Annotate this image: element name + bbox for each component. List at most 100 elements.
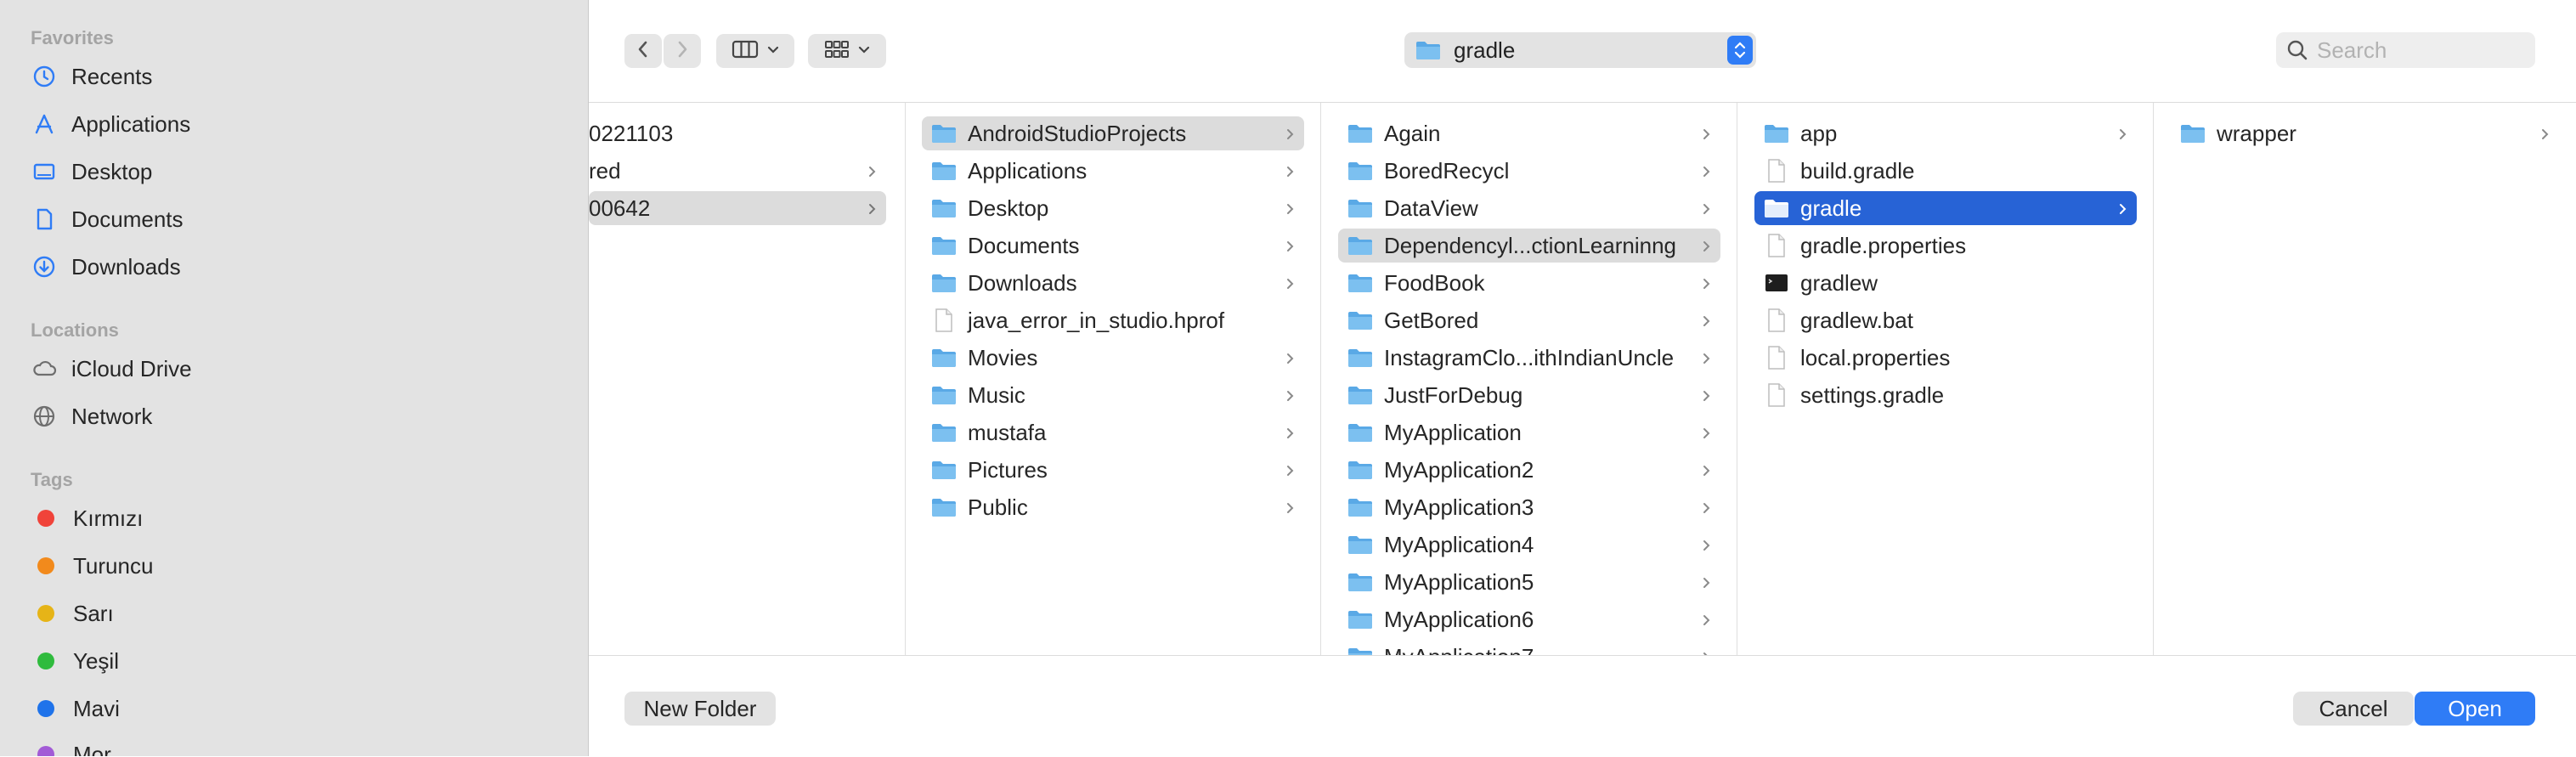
list-item[interactable]: InstagramClo...ithIndianUncle bbox=[1338, 341, 1720, 375]
clock-icon bbox=[31, 63, 58, 90]
item-label: MyApplication2 bbox=[1384, 456, 1534, 483]
path-popup-button[interactable]: gradle bbox=[1404, 32, 1756, 68]
list-item[interactable]: java_error_in_studio.hprof bbox=[922, 303, 1304, 337]
folder-icon bbox=[1415, 39, 1442, 61]
sidebar-item-label: Downloads bbox=[71, 253, 181, 280]
list-item[interactable]: MyApplication3 bbox=[1338, 490, 1720, 524]
sidebar: Favorites Recents Applications Desktop D… bbox=[0, 0, 589, 756]
item-label: Movies bbox=[968, 344, 1038, 370]
list-item[interactable]: FoodBook bbox=[1338, 266, 1720, 300]
folder-icon bbox=[930, 345, 958, 370]
list-item-selected[interactable]: 00642 bbox=[589, 191, 886, 225]
folder-icon bbox=[1347, 345, 1374, 370]
list-item[interactable]: MyApplication2 bbox=[1338, 453, 1720, 487]
search-input[interactable] bbox=[2315, 36, 2522, 65]
folder-icon bbox=[1347, 121, 1374, 146]
item-label: GetBored bbox=[1384, 307, 1479, 333]
list-item-selected[interactable]: Dependencyl...ctionLearninng bbox=[1338, 229, 1720, 263]
folder-icon bbox=[1347, 233, 1374, 258]
item-label: app bbox=[1800, 120, 1838, 146]
chevron-right-icon bbox=[2540, 123, 2551, 150]
list-item[interactable]: red bbox=[589, 154, 886, 188]
cancel-button[interactable]: Cancel bbox=[2293, 692, 2414, 726]
chevron-right-icon bbox=[1702, 497, 1712, 523]
item-label: MyApplication3 bbox=[1384, 494, 1534, 520]
list-item[interactable]: Downloads bbox=[922, 266, 1304, 300]
forward-button[interactable] bbox=[664, 34, 701, 68]
sidebar-item-documents[interactable]: Documents bbox=[31, 201, 184, 238]
item-label: wrapper bbox=[2217, 120, 2296, 146]
list-item[interactable]: DataView bbox=[1338, 191, 1720, 225]
folder-icon bbox=[1763, 121, 1790, 146]
folder-icon bbox=[1347, 382, 1374, 408]
column-browser: 0221103 red 00642 AndroidStudioProjects A… bbox=[589, 103, 2576, 655]
search-field[interactable] bbox=[2276, 32, 2535, 68]
sidebar-item-icloud-drive[interactable]: iCloud Drive bbox=[31, 350, 192, 387]
list-item[interactable]: Documents bbox=[922, 229, 1304, 263]
list-item[interactable]: local.properties bbox=[1754, 341, 2137, 375]
item-label: Applications bbox=[968, 157, 1087, 184]
list-item[interactable]: wrapper bbox=[2171, 116, 2559, 150]
sidebar-item-label: Sarı bbox=[73, 600, 114, 626]
sidebar-tag-turuncu[interactable]: Turuncu bbox=[31, 547, 153, 585]
list-item[interactable]: mustafa bbox=[922, 415, 1304, 449]
list-item[interactable]: Music bbox=[922, 378, 1304, 412]
list-item[interactable]: gradlew.bat bbox=[1754, 303, 2137, 337]
list-item-selected[interactable]: gradle bbox=[1754, 191, 2137, 225]
item-label: 00642 bbox=[589, 195, 651, 221]
list-item[interactable]: Public bbox=[922, 490, 1304, 524]
list-item[interactable]: MyApplication6 bbox=[1338, 602, 1720, 636]
footer: New Folder Cancel Open bbox=[589, 655, 2576, 757]
list-item[interactable]: Pictures bbox=[922, 453, 1304, 487]
list-item-selected[interactable]: AndroidStudioProjects bbox=[922, 116, 1304, 150]
sidebar-item-downloads[interactable]: Downloads bbox=[31, 248, 181, 285]
sidebar-item-recents[interactable]: Recents bbox=[31, 58, 152, 95]
item-label: Desktop bbox=[968, 195, 1049, 221]
chevron-right-icon bbox=[1702, 161, 1712, 187]
chevron-right-icon bbox=[1285, 235, 1296, 262]
toolbar: gradle bbox=[589, 0, 2576, 103]
item-label: Dependencyl...ctionLearninng bbox=[1384, 232, 1677, 258]
search-icon bbox=[2286, 39, 2308, 61]
list-item[interactable]: gradle.properties bbox=[1754, 229, 2137, 263]
chevron-right-icon bbox=[2118, 123, 2128, 150]
sidebar-tag-mor[interactable]: Mor bbox=[31, 736, 111, 756]
sidebar-tag-mavi[interactable]: Mavi bbox=[31, 690, 120, 727]
list-item[interactable]: 0221103 bbox=[589, 116, 886, 150]
open-button[interactable]: Open bbox=[2415, 692, 2535, 726]
sidebar-item-desktop[interactable]: Desktop bbox=[31, 153, 152, 190]
list-item[interactable]: Applications bbox=[922, 154, 1304, 188]
list-item[interactable]: settings.gradle bbox=[1754, 378, 2137, 412]
list-item[interactable]: build.gradle bbox=[1754, 154, 2137, 188]
sidebar-tag-yesil[interactable]: Yeşil bbox=[31, 642, 119, 680]
chevron-right-icon bbox=[2118, 198, 2128, 224]
chevron-right-icon bbox=[1702, 647, 1712, 655]
sidebar-tag-sari[interactable]: Sarı bbox=[31, 595, 114, 632]
group-button[interactable] bbox=[808, 34, 886, 68]
new-folder-button[interactable]: New Folder bbox=[624, 692, 776, 726]
list-item[interactable]: BoredRecycl bbox=[1338, 154, 1720, 188]
list-item[interactable]: MyApplication5 bbox=[1338, 565, 1720, 599]
sidebar-item-network[interactable]: Network bbox=[31, 398, 152, 435]
list-item[interactable]: gradlew bbox=[1754, 266, 2137, 300]
item-label: BoredRecycl bbox=[1384, 157, 1510, 184]
folder-icon bbox=[930, 158, 958, 184]
back-button[interactable] bbox=[624, 34, 662, 68]
view-mode-button[interactable] bbox=[716, 34, 794, 68]
download-icon bbox=[31, 253, 58, 280]
sidebar-item-label: Documents bbox=[71, 206, 184, 232]
list-item[interactable]: MyApplication bbox=[1338, 415, 1720, 449]
list-item[interactable]: Movies bbox=[922, 341, 1304, 375]
item-label: MyApplication5 bbox=[1384, 568, 1534, 595]
item-label: Documents bbox=[968, 232, 1080, 258]
sidebar-item-applications[interactable]: Applications bbox=[31, 105, 190, 143]
sidebar-tag-kirmizi[interactable]: Kırmızı bbox=[31, 500, 143, 537]
list-item[interactable]: MyApplication7 bbox=[1338, 640, 1720, 655]
list-item[interactable]: Again bbox=[1338, 116, 1720, 150]
list-item[interactable]: app bbox=[1754, 116, 2137, 150]
list-item[interactable]: MyApplication4 bbox=[1338, 528, 1720, 562]
list-item[interactable]: GetBored bbox=[1338, 303, 1720, 337]
list-item[interactable]: JustForDebug bbox=[1338, 378, 1720, 412]
list-item[interactable]: Desktop bbox=[922, 191, 1304, 225]
chevron-right-icon bbox=[1285, 460, 1296, 486]
